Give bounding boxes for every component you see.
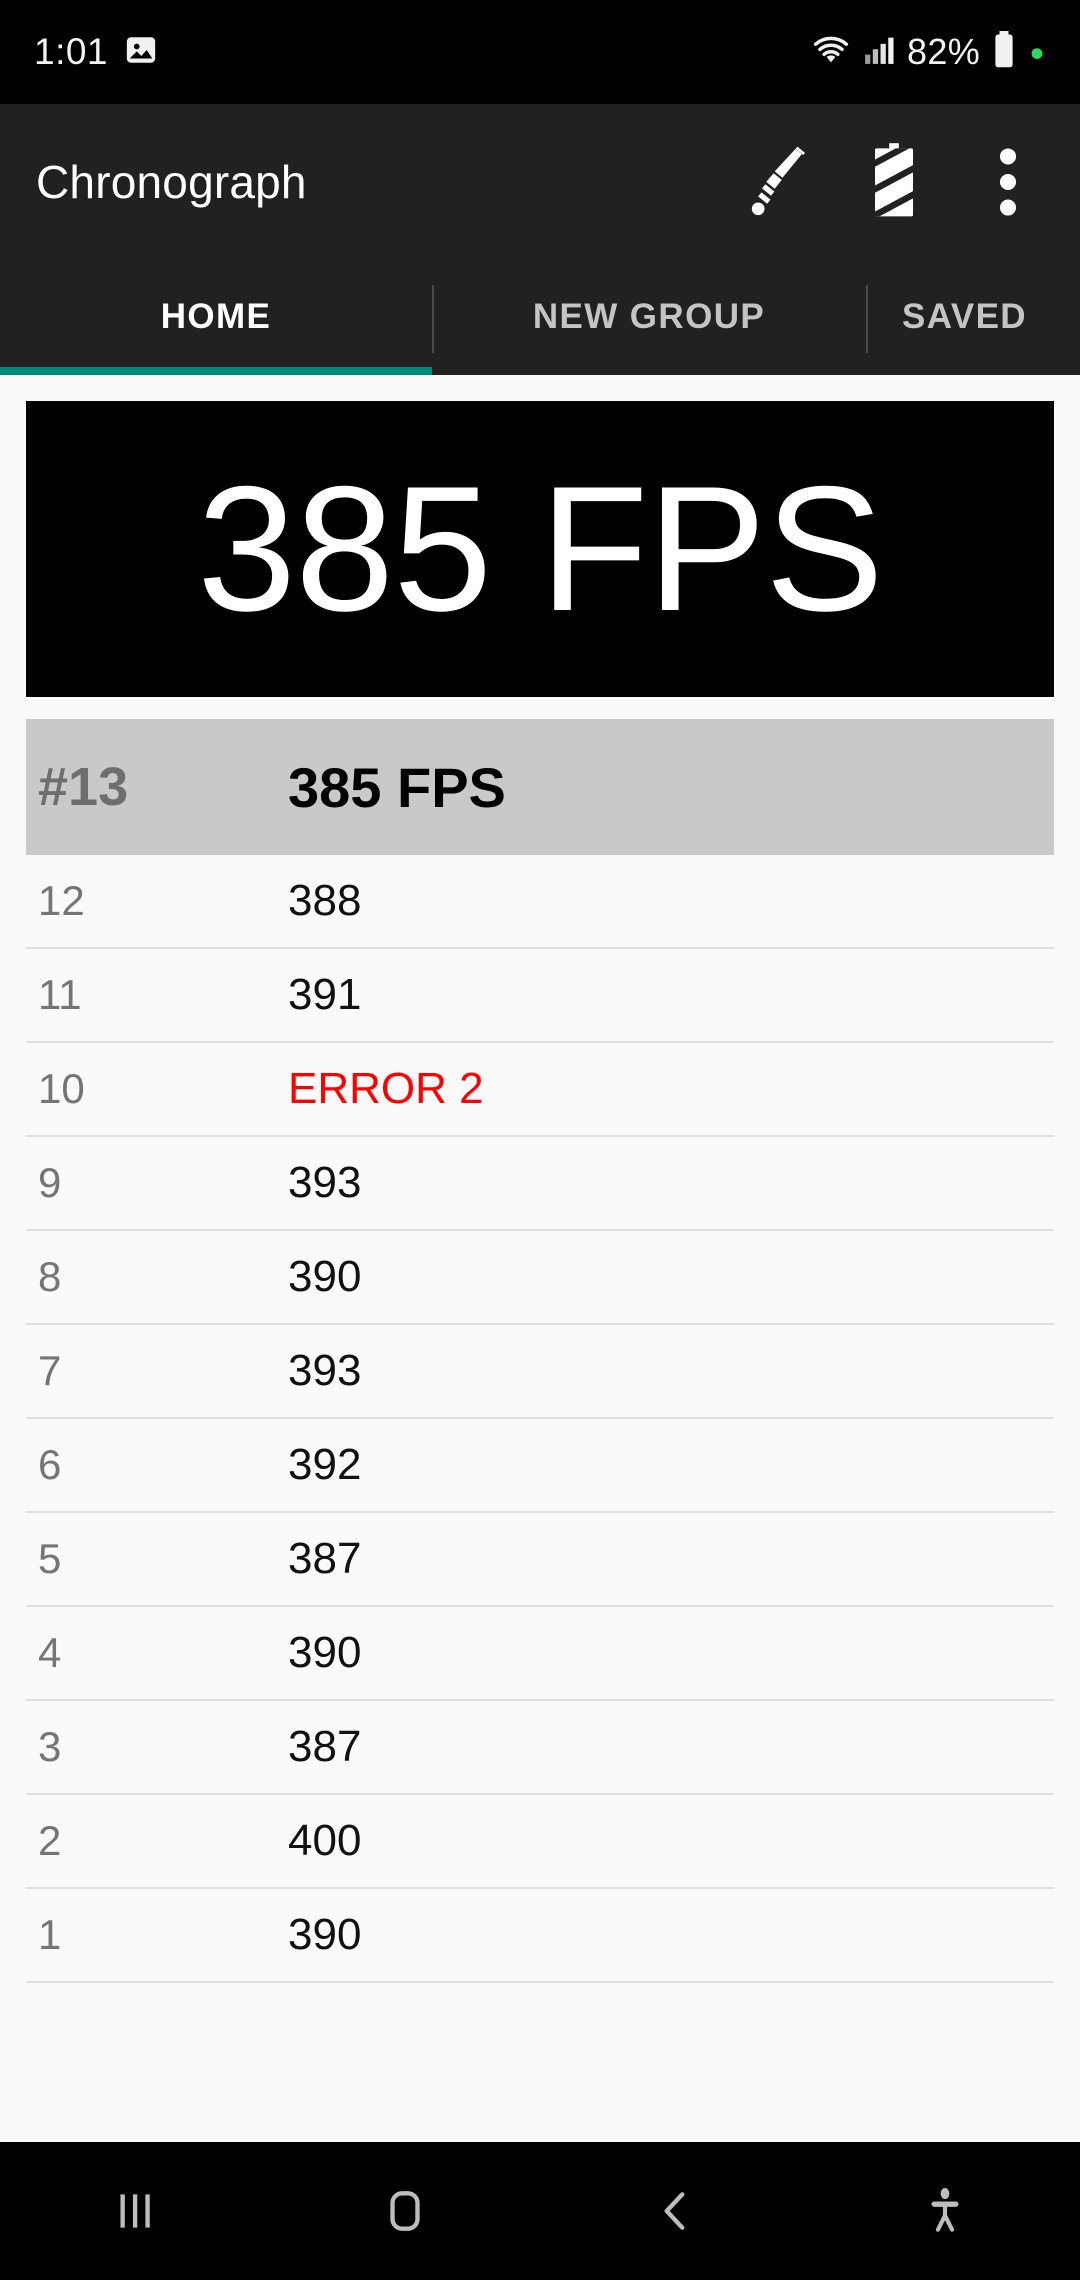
phone-screen: 1:01 82% Chronograph HOME NEW GROUP SAVE… bbox=[0, 0, 1080, 2280]
table-row[interactable]: 3 387 bbox=[26, 1701, 1054, 1795]
shot-index: 3 bbox=[38, 1723, 62, 1770]
tab-divider bbox=[866, 285, 868, 353]
table-row-current[interactable]: #13 385 FPS bbox=[26, 719, 1054, 855]
tab-home-label: HOME bbox=[160, 297, 272, 336]
shot-index: 4 bbox=[38, 1629, 62, 1676]
shot-index: 10 bbox=[38, 1065, 85, 1112]
shot-value: 388 bbox=[288, 876, 362, 925]
shot-index: 5 bbox=[38, 1535, 62, 1582]
shot-index: 2 bbox=[38, 1817, 62, 1864]
shot-index: 1 bbox=[38, 1911, 62, 1958]
page-title: Chronograph bbox=[36, 155, 307, 208]
shot-value: 390 bbox=[288, 1628, 362, 1677]
battery-percent-label: 82% bbox=[907, 31, 980, 72]
accessibility-icon[interactable] bbox=[810, 2184, 1080, 2238]
back-icon[interactable] bbox=[540, 2184, 810, 2238]
cellular-signal-icon bbox=[862, 33, 896, 72]
tab-home[interactable]: HOME bbox=[0, 259, 432, 375]
shot-value: 400 bbox=[288, 1816, 362, 1865]
tab-bar: HOME NEW GROUP SAVED bbox=[0, 259, 1080, 375]
shot-index: 8 bbox=[38, 1253, 62, 1300]
table-row[interactable]: 1 390 bbox=[26, 1889, 1054, 1983]
status-bar: 1:01 82% bbox=[0, 0, 1080, 104]
tab-new-group-label: NEW GROUP bbox=[532, 297, 766, 336]
shot-index: 12 bbox=[38, 877, 85, 924]
table-row[interactable]: 4 390 bbox=[26, 1607, 1054, 1701]
overflow-menu-icon[interactable] bbox=[972, 146, 1044, 218]
app-bar: Chronograph bbox=[0, 104, 1080, 259]
shot-list[interactable]: #13 385 FPS 12 388 11 391 10 ERROR 2 9 3… bbox=[26, 719, 1054, 1983]
status-bar-left: 1:01 bbox=[34, 31, 158, 73]
battery-meter-icon[interactable] bbox=[858, 142, 930, 218]
shot-index: 9 bbox=[38, 1159, 62, 1206]
table-row[interactable]: 8 390 bbox=[26, 1231, 1054, 1325]
shot-value: 390 bbox=[288, 1910, 362, 1959]
table-row[interactable]: 6 392 bbox=[26, 1419, 1054, 1513]
table-row[interactable]: 2 400 bbox=[26, 1795, 1054, 1889]
shot-value: 391 bbox=[288, 970, 362, 1019]
app-bar-actions bbox=[744, 142, 1044, 218]
shot-value: 387 bbox=[288, 1722, 362, 1771]
wifi-icon bbox=[811, 33, 851, 72]
table-row[interactable]: 7 393 bbox=[26, 1325, 1054, 1419]
table-row[interactable]: 11 391 bbox=[26, 949, 1054, 1043]
shot-index: 7 bbox=[38, 1347, 62, 1394]
tab-new-group[interactable]: NEW GROUP bbox=[432, 259, 866, 375]
main-content: 385 FPS #13 385 FPS 12 388 11 391 10 ERR… bbox=[0, 375, 1080, 2142]
shot-value: 390 bbox=[288, 1252, 362, 1301]
tab-saved-label: SAVED bbox=[902, 297, 1027, 336]
table-row[interactable]: 12 388 bbox=[26, 855, 1054, 949]
bb-weight-icon[interactable] bbox=[744, 146, 816, 218]
shot-value: 393 bbox=[288, 1346, 362, 1395]
shot-index: 6 bbox=[38, 1441, 62, 1488]
recents-icon[interactable] bbox=[0, 2184, 270, 2238]
shot-value: 385 FPS bbox=[288, 755, 506, 819]
tab-active-indicator bbox=[0, 367, 432, 375]
image-icon bbox=[124, 33, 158, 72]
table-row[interactable]: 10 ERROR 2 bbox=[26, 1043, 1054, 1137]
home-icon[interactable] bbox=[270, 2184, 540, 2238]
fps-readout-value: 385 FPS bbox=[197, 449, 884, 648]
status-bar-right: 82% bbox=[811, 30, 1046, 74]
shot-value: 393 bbox=[288, 1158, 362, 1207]
tab-divider bbox=[432, 285, 434, 353]
table-row[interactable]: 9 393 bbox=[26, 1137, 1054, 1231]
shot-index: 11 bbox=[38, 971, 82, 1018]
table-row[interactable]: 5 387 bbox=[26, 1513, 1054, 1607]
fps-readout-panel[interactable]: 385 FPS bbox=[26, 401, 1054, 697]
system-nav-bar bbox=[0, 2142, 1080, 2280]
shot-index: #13 bbox=[38, 757, 129, 817]
battery-icon bbox=[991, 30, 1017, 74]
tab-saved[interactable]: SAVED bbox=[866, 259, 1080, 375]
status-clock: 1:01 bbox=[34, 31, 109, 72]
shot-value: 392 bbox=[288, 1440, 362, 1489]
shot-value: 387 bbox=[288, 1534, 362, 1583]
charging-indicator-dot bbox=[1028, 41, 1046, 64]
shot-value-error: ERROR 2 bbox=[288, 1064, 484, 1113]
